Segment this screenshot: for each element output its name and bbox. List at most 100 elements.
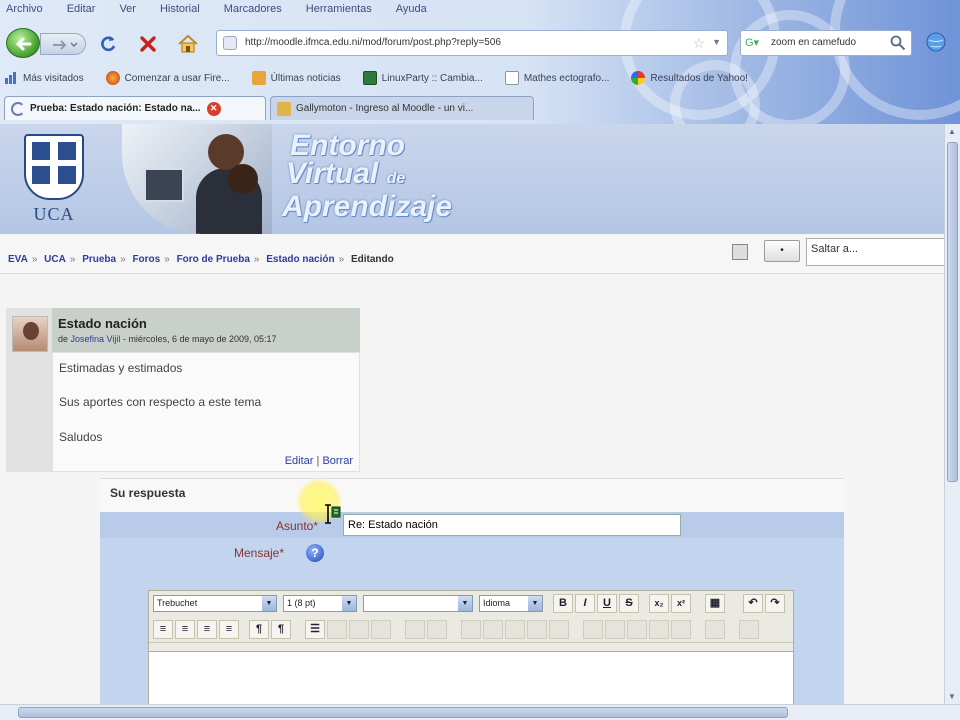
- breadcrumb-item[interactable]: Estado nación: [266, 254, 334, 265]
- search-bar[interactable]: G▾ zoom en camefudo: [740, 30, 912, 56]
- font-family-select[interactable]: Trebuchet ▼: [153, 595, 277, 612]
- reload-icon: [101, 36, 116, 52]
- edit-link[interactable]: Editar: [285, 455, 314, 467]
- site-identity-icon[interactable]: [223, 36, 237, 50]
- strikethrough-button[interactable]: S: [619, 594, 639, 613]
- bold-button[interactable]: B: [553, 594, 573, 613]
- background-color-button[interactable]: [427, 620, 447, 639]
- post-subject: Estado nación: [58, 316, 147, 331]
- text-color-button[interactable]: [405, 620, 425, 639]
- bookmark-star-icon[interactable]: ☆: [692, 35, 705, 52]
- vertical-scrollbar[interactable]: ▲ ▼: [944, 124, 960, 704]
- url-text: http://moodle.ifmca.edu.ni/mod/forum/pos…: [245, 37, 501, 48]
- post-author-link[interactable]: Josefina Vijil: [71, 334, 121, 344]
- undo-button[interactable]: ↶: [743, 594, 763, 613]
- tab-prueba[interactable]: Prueba: Estado nación: Estado na... ✕: [4, 96, 266, 120]
- forward-button[interactable]: [40, 33, 86, 55]
- menu-ayuda[interactable]: Ayuda: [396, 0, 437, 18]
- uca-logo[interactable]: UCA: [22, 134, 86, 224]
- rtl-button[interactable]: ¶: [271, 620, 291, 639]
- breadcrumb-item[interactable]: Prueba: [82, 254, 116, 265]
- scroll-thumb[interactable]: [18, 707, 788, 718]
- smiley-button[interactable]: [627, 620, 647, 639]
- html-source-button[interactable]: [705, 620, 725, 639]
- linuxparty-icon: [362, 71, 377, 85]
- dropdown-arrow-icon: ▼: [458, 596, 472, 611]
- tab-gallymoton[interactable]: Gallymoton - Ingreso al Moodle - un vi..…: [270, 96, 534, 120]
- align-right-button[interactable]: ≡: [197, 620, 217, 639]
- menu-historial[interactable]: Historial: [160, 0, 210, 18]
- language-select[interactable]: Idioma ▼: [479, 595, 543, 612]
- nolink-button[interactable]: [549, 620, 569, 639]
- jump-button[interactable]: •: [764, 240, 800, 262]
- subject-input[interactable]: [343, 514, 681, 536]
- unlink-button[interactable]: [527, 620, 547, 639]
- outdent-button[interactable]: [349, 620, 369, 639]
- back-button[interactable]: [6, 28, 40, 58]
- ltr-button[interactable]: ¶: [249, 620, 269, 639]
- hr-button[interactable]: [461, 620, 481, 639]
- paragraph-style-select[interactable]: ▼: [363, 595, 473, 612]
- justify-button[interactable]: ≡: [219, 620, 239, 639]
- addon-button[interactable]: [924, 30, 948, 54]
- breadcrumb-item[interactable]: Foro de Prueba: [177, 254, 250, 265]
- url-history-dropdown-icon[interactable]: ▼: [712, 37, 721, 47]
- editor-toolbar-2: ≡ ≡ ≡ ≡ ¶ ¶ ☰: [149, 617, 793, 643]
- reload-button[interactable]: [96, 32, 120, 56]
- font-size-select[interactable]: 1 (8 pt) ▼: [283, 595, 357, 612]
- breadcrumb-item[interactable]: EVA: [8, 254, 28, 265]
- italic-button[interactable]: I: [575, 594, 595, 613]
- fullscreen-button[interactable]: [739, 620, 759, 639]
- image-button[interactable]: [583, 620, 603, 639]
- menu-marcadores[interactable]: Marcadores: [224, 0, 292, 18]
- search-replace-button[interactable]: [671, 620, 691, 639]
- home-icon: [178, 34, 198, 53]
- scroll-down-icon[interactable]: ▼: [948, 692, 956, 701]
- clean-word-button[interactable]: ▦: [705, 594, 725, 613]
- scroll-thumb[interactable]: [947, 142, 958, 482]
- link-button[interactable]: [505, 620, 525, 639]
- bookmark-page[interactable]: Mathes ectografo...: [504, 71, 609, 85]
- ordered-list-button[interactable]: ☰: [305, 620, 325, 639]
- breadcrumb-item[interactable]: Foros: [132, 254, 160, 265]
- bookmark-latest-news[interactable]: Últimas noticias: [251, 71, 341, 85]
- message-textarea[interactable]: [149, 651, 793, 704]
- stop-button[interactable]: [136, 32, 160, 56]
- navigation-toolbar: http://moodle.ifmca.edu.ni/mod/forum/pos…: [0, 26, 960, 62]
- close-icon[interactable]: ✕: [206, 101, 221, 116]
- reply-form: Su respuesta Asunto* Mensaje* ? Trebuche…: [100, 478, 844, 704]
- search-magnifier-icon[interactable]: [889, 34, 907, 55]
- bookmark-yahoo-results[interactable]: Resultados de Yahoo!: [631, 71, 748, 85]
- align-center-button[interactable]: ≡: [175, 620, 195, 639]
- superscript-button[interactable]: x²: [671, 594, 691, 613]
- bookmark-getting-started[interactable]: Comenzar a usar Fire...: [105, 71, 230, 85]
- help-icon[interactable]: ?: [306, 544, 324, 562]
- delete-link[interactable]: Borrar: [322, 455, 353, 467]
- unordered-list-button[interactable]: [327, 620, 347, 639]
- menu-archivo[interactable]: Archivo: [6, 0, 53, 18]
- post-actions: Editar | Borrar: [284, 455, 353, 467]
- horizontal-scrollbar[interactable]: [0, 704, 960, 720]
- special-char-button[interactable]: [649, 620, 669, 639]
- bookmark-most-visited[interactable]: Más visitados: [4, 71, 84, 85]
- home-button[interactable]: [176, 32, 200, 56]
- address-bar[interactable]: http://moodle.ifmca.edu.ni/mod/forum/pos…: [216, 30, 728, 56]
- align-left-button[interactable]: ≡: [153, 620, 173, 639]
- anchor-button[interactable]: [483, 620, 503, 639]
- grid-icon[interactable]: [732, 244, 748, 260]
- avatar[interactable]: [12, 316, 48, 352]
- menu-editar[interactable]: Editar: [67, 0, 106, 18]
- breadcrumb-item[interactable]: UCA: [44, 254, 66, 265]
- jump-to-select[interactable]: Saltar a...: [806, 238, 944, 266]
- bookmark-linuxparty[interactable]: LinuxParty :: Cambia...: [362, 71, 483, 85]
- search-engine-icon[interactable]: G▾: [745, 36, 767, 50]
- indent-button[interactable]: [371, 620, 391, 639]
- scroll-up-icon[interactable]: ▲: [948, 127, 956, 136]
- subscript-button[interactable]: x₂: [649, 594, 669, 613]
- menu-herramientas[interactable]: Herramientas: [306, 0, 382, 18]
- table-button[interactable]: [605, 620, 625, 639]
- menu-ver[interactable]: Ver: [119, 0, 146, 18]
- post-header: Estado nación de Josefina Vijil - miérco…: [52, 308, 360, 352]
- underline-button[interactable]: U: [597, 594, 617, 613]
- redo-button[interactable]: ↷: [765, 594, 785, 613]
